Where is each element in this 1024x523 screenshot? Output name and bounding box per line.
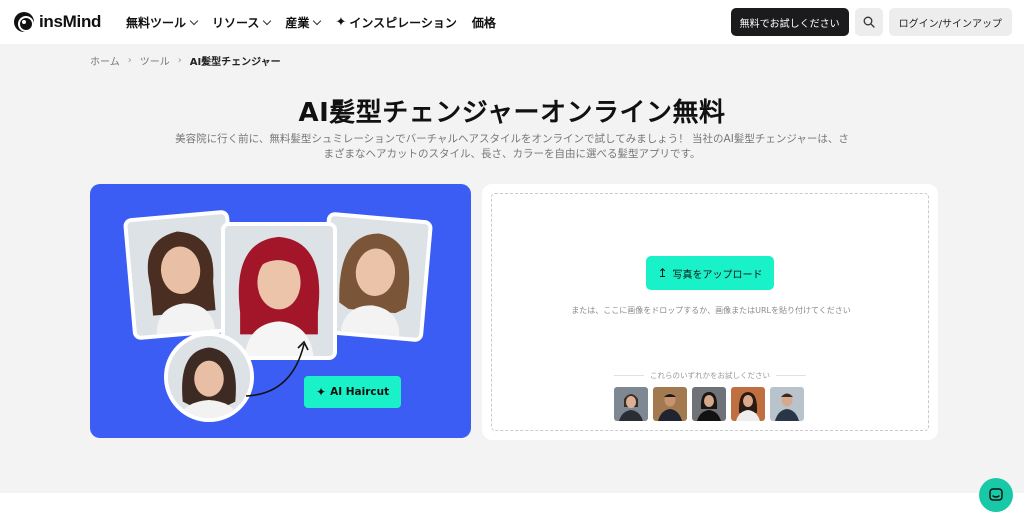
sample-image[interactable] <box>731 387 765 421</box>
logo-text: insMind <box>39 12 102 31</box>
sparkle-icon: ✦ <box>335 14 347 30</box>
logo[interactable]: insMind <box>14 12 102 32</box>
page-title: AI髪型チェンジャーオンライン無料 <box>298 98 726 128</box>
sample-images <box>614 387 809 421</box>
nav-inspiration[interactable]: ✦ インスピレーション <box>335 14 456 31</box>
sample-image[interactable] <box>653 387 687 421</box>
ai-haircut-tag: ✦ AI Haircut <box>304 376 402 408</box>
chevron-right-icon: › <box>177 55 182 66</box>
sample-image[interactable] <box>770 387 804 421</box>
nav-resources[interactable]: リソース <box>212 14 272 31</box>
breadcrumb-home[interactable]: ホーム <box>90 53 120 68</box>
chevron-down-icon <box>189 16 199 25</box>
nav-resources-label: リソース <box>212 15 260 30</box>
login-signup-button[interactable]: ログイン/サインアップ <box>888 8 1012 36</box>
upload-photo-button[interactable]: ↥ 写真をアップロード <box>646 256 774 290</box>
nav-industry-label: 産業 <box>285 15 310 30</box>
chat-icon <box>989 488 1003 501</box>
nav-free-tools-label: 無料ツール <box>126 15 187 30</box>
hero-showcase: ✦ AI Haircut <box>90 184 471 438</box>
top-header: insMind 無料ツール リソース 産業 ✦ インスピレーション 価格 無料で… <box>0 0 1024 44</box>
nav-pricing[interactable]: 価格 <box>472 14 496 31</box>
chevron-down-icon <box>313 16 322 25</box>
upload-icon: ↥ <box>657 266 668 280</box>
try-samples-label: これらのいずれかをお試しください <box>614 370 806 381</box>
chevron-right-icon: › <box>127 55 132 66</box>
breadcrumb: ホーム › ツール › AI髪型チェンジャー <box>90 53 281 68</box>
breadcrumb-current: AI髪型チェンジャー <box>189 57 281 68</box>
try-samples-text: これらのいずれかをお試しください <box>650 371 770 380</box>
nav-pricing-label: 価格 <box>471 15 496 30</box>
nav-inspiration-label: インスピレーション <box>349 15 457 30</box>
search-button[interactable] <box>854 8 883 36</box>
search-icon <box>863 16 875 28</box>
drop-hint: または、ここに画像をドロップするか、画像またはURLを貼り付けてください <box>571 306 851 315</box>
upload-dropzone[interactable]: ↥ 写真をアップロード または、ここに画像をドロップするか、画像またはURLを貼… <box>491 193 929 431</box>
header-actions: 無料でお試しください ログイン/サインアップ <box>730 8 1012 36</box>
sparkle-icon: ✦ <box>316 385 327 399</box>
logo-icon <box>14 12 34 32</box>
breadcrumb-tools[interactable]: ツール <box>140 53 170 68</box>
bottom-section <box>0 493 1024 523</box>
ai-haircut-label: AI Haircut <box>330 386 390 398</box>
free-trial-button[interactable]: 無料でお試しください <box>730 8 849 36</box>
upload-card: ↥ 写真をアップロード または、ここに画像をドロップするか、画像またはURLを貼… <box>482 184 938 440</box>
chat-button[interactable] <box>979 478 1013 512</box>
main-nav: 無料ツール リソース 産業 ✦ インスピレーション 価格 <box>126 14 511 31</box>
upload-photo-label: 写真をアップロード <box>672 269 763 281</box>
nav-free-tools[interactable]: 無料ツール <box>126 14 199 31</box>
sample-image[interactable] <box>692 387 726 421</box>
chevron-down-icon <box>263 16 272 25</box>
page-subtitle: 美容院に行く前に、無料髪型シュミレーションでバーチャルヘアスタイルをオンラインで… <box>175 133 849 160</box>
sample-image[interactable] <box>614 387 648 421</box>
nav-industry[interactable]: 産業 <box>285 14 322 31</box>
